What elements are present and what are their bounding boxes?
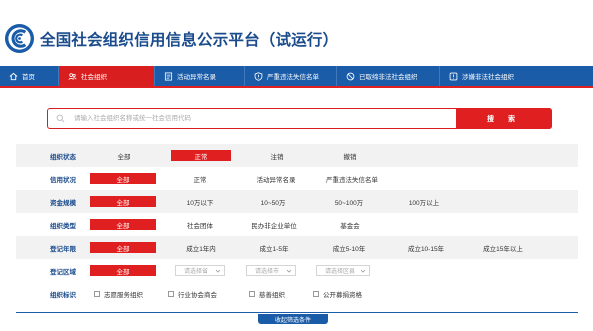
filter-label: 登记区域 (50, 268, 76, 276)
checkbox-volunteer[interactable]: 志愿服务组织 (94, 289, 143, 299)
search-icon (56, 114, 65, 123)
list-icon (163, 71, 173, 81)
nav-item-serious-violation[interactable]: 严重违法失信名单 (245, 66, 337, 86)
nav-item-label: 社会组织 (81, 74, 107, 81)
city-select[interactable]: 请选择市 (246, 265, 296, 276)
divider (16, 312, 578, 313)
province-select-value: 请选择省 (184, 269, 209, 275)
filter-option[interactable]: 100万以上 (399, 196, 449, 207)
filter-option[interactable]: 基金会 (334, 219, 366, 230)
filter-option[interactable]: 成立5-10年 (324, 242, 374, 253)
filter-row-org-status: 组织状态 全部 正常 注销 撤销 (16, 144, 578, 167)
nav-item-home[interactable]: 首页 (0, 66, 59, 86)
filter-option[interactable]: 成立1年内 (179, 242, 223, 253)
filter-option-selected[interactable]: 全部 (90, 196, 156, 207)
shield-icon (253, 71, 263, 81)
chevron-down-icon (360, 269, 366, 273)
checkbox-label: 慈善组织 (259, 291, 285, 299)
checkbox-box[interactable] (313, 290, 319, 297)
city-select-value: 请选择市 (255, 269, 280, 275)
filter-row-capital-scale: 资金规模 全部 10万以下 10~50万 50~100万 100万以上 (16, 190, 578, 213)
filter-row-reg-period: 登记年限 全部 成立1年内 成立1-5年 成立5-10年 成立10-15年 成立… (16, 236, 578, 259)
nav-item-abnormal-list[interactable]: 活动异常名录 (155, 66, 245, 86)
home-icon (8, 71, 18, 81)
filter-option[interactable]: 成立10-15年 (399, 242, 453, 253)
search-button[interactable]: 搜 索 (456, 108, 552, 129)
filter-label: 登记年限 (50, 245, 76, 253)
filter-option[interactable]: 撤销 (332, 150, 368, 161)
filter-panel: 组织状态 全部 正常 注销 撤销 信用状况 全部 正常 活动异常名录 严重违法失… (16, 144, 578, 305)
ban-icon (345, 71, 355, 81)
filter-option[interactable]: 注销 (259, 150, 295, 161)
filter-option[interactable]: 成立15年以上 (473, 242, 533, 253)
search-input[interactable] (74, 110, 454, 127)
province-select[interactable]: 请选择省 (175, 265, 225, 276)
users-icon (67, 71, 77, 81)
warning-icon (448, 71, 458, 81)
filter-option[interactable]: 社会团体 (180, 219, 220, 230)
filter-option[interactable]: 民办非企业单位 (244, 219, 304, 230)
chevron-down-icon (215, 269, 221, 273)
filter-label: 组织标识 (50, 291, 76, 299)
filter-row-org-type: 组织类型 全部 社会团体 民办非企业单位 基金会 (16, 213, 578, 236)
filter-option-selected[interactable]: 正常 (171, 150, 231, 161)
filter-option[interactable]: 严重违法失信名单 (316, 173, 388, 184)
collapse-filters-button[interactable]: 收起筛选条件 (258, 314, 328, 324)
filter-row-credit-status: 信用状况 全部 正常 活动异常名录 严重违法失信名单 (16, 167, 578, 190)
collapse-area: 收起筛选条件 (0, 306, 593, 331)
checkbox-label: 公开募捐资格 (323, 291, 362, 299)
filter-label: 资金规模 (50, 199, 76, 207)
nav-item-label: 首页 (22, 74, 35, 81)
nav-item-label: 严重违法失信名单 (267, 74, 319, 81)
filter-option-selected[interactable]: 全部 (90, 173, 156, 184)
checkbox-box[interactable] (168, 290, 174, 297)
filter-label: 信用状况 (50, 176, 76, 184)
nav-item-social-org[interactable]: 社会组织 (59, 66, 155, 86)
filter-row-reg-region: 登记区域 全部 请选择省 请选择市 请选择区县 (16, 259, 578, 282)
checkbox-industry-association[interactable]: 行业协会商会 (168, 289, 217, 299)
district-select-value: 请选择区县 (325, 269, 356, 275)
filter-option[interactable]: 全部 (106, 150, 142, 161)
filter-option[interactable]: 10~50万 (251, 196, 295, 207)
nav-item-suspected-illegal[interactable]: 涉嫌非法社会组织 (440, 66, 593, 86)
checkbox-public-fundraising[interactable]: 公开募捐资格 (313, 289, 362, 299)
nav-item-label: 涉嫌非法社会组织 (462, 74, 514, 81)
checkbox-charity[interactable]: 慈善组织 (249, 289, 285, 299)
nav-item-label: 活动异常名录 (177, 74, 216, 81)
filter-option[interactable]: 活动异常名录 (246, 173, 306, 184)
filter-option[interactable]: 正常 (182, 173, 218, 184)
filter-option[interactable]: 成立1-5年 (252, 242, 296, 253)
site-title: 全国社会组织信用信息公示平台（试运行） (40, 32, 339, 49)
district-select[interactable]: 请选择区县 (316, 265, 370, 276)
filter-option-selected[interactable]: 全部 (90, 242, 156, 253)
checkbox-label: 行业协会商会 (178, 291, 217, 299)
filter-option-selected[interactable]: 全部 (90, 219, 156, 230)
search-bar: 搜 索 (47, 108, 552, 129)
filter-option-selected[interactable]: 全部 (90, 265, 156, 276)
filter-label: 组织类型 (50, 222, 76, 230)
nav-item-label: 已取缔非法社会组织 (359, 74, 418, 81)
nav-item-banned-org[interactable]: 已取缔非法社会组织 (337, 66, 440, 86)
filter-option[interactable]: 50~100万 (324, 196, 374, 207)
site-logo[interactable] (4, 23, 35, 54)
site-header: 全国社会组织信用信息公示平台（试运行） (0, 0, 593, 66)
main-nav: 首页 社会组织 活动异常名录 严重违法失信名单 已取缔非法社会组织 涉嫌非法社会… (0, 66, 593, 88)
filter-option[interactable]: 10万以下 (178, 196, 222, 207)
checkbox-box[interactable] (94, 290, 100, 297)
filter-label: 组织状态 (50, 153, 76, 161)
chevron-down-icon (286, 269, 292, 273)
checkbox-label: 志愿服务组织 (104, 291, 143, 299)
filter-row-org-tags: 组织标识 志愿服务组织 行业协会商会 慈善组织 公开募捐资格 (16, 282, 578, 305)
checkbox-box[interactable] (249, 290, 255, 297)
